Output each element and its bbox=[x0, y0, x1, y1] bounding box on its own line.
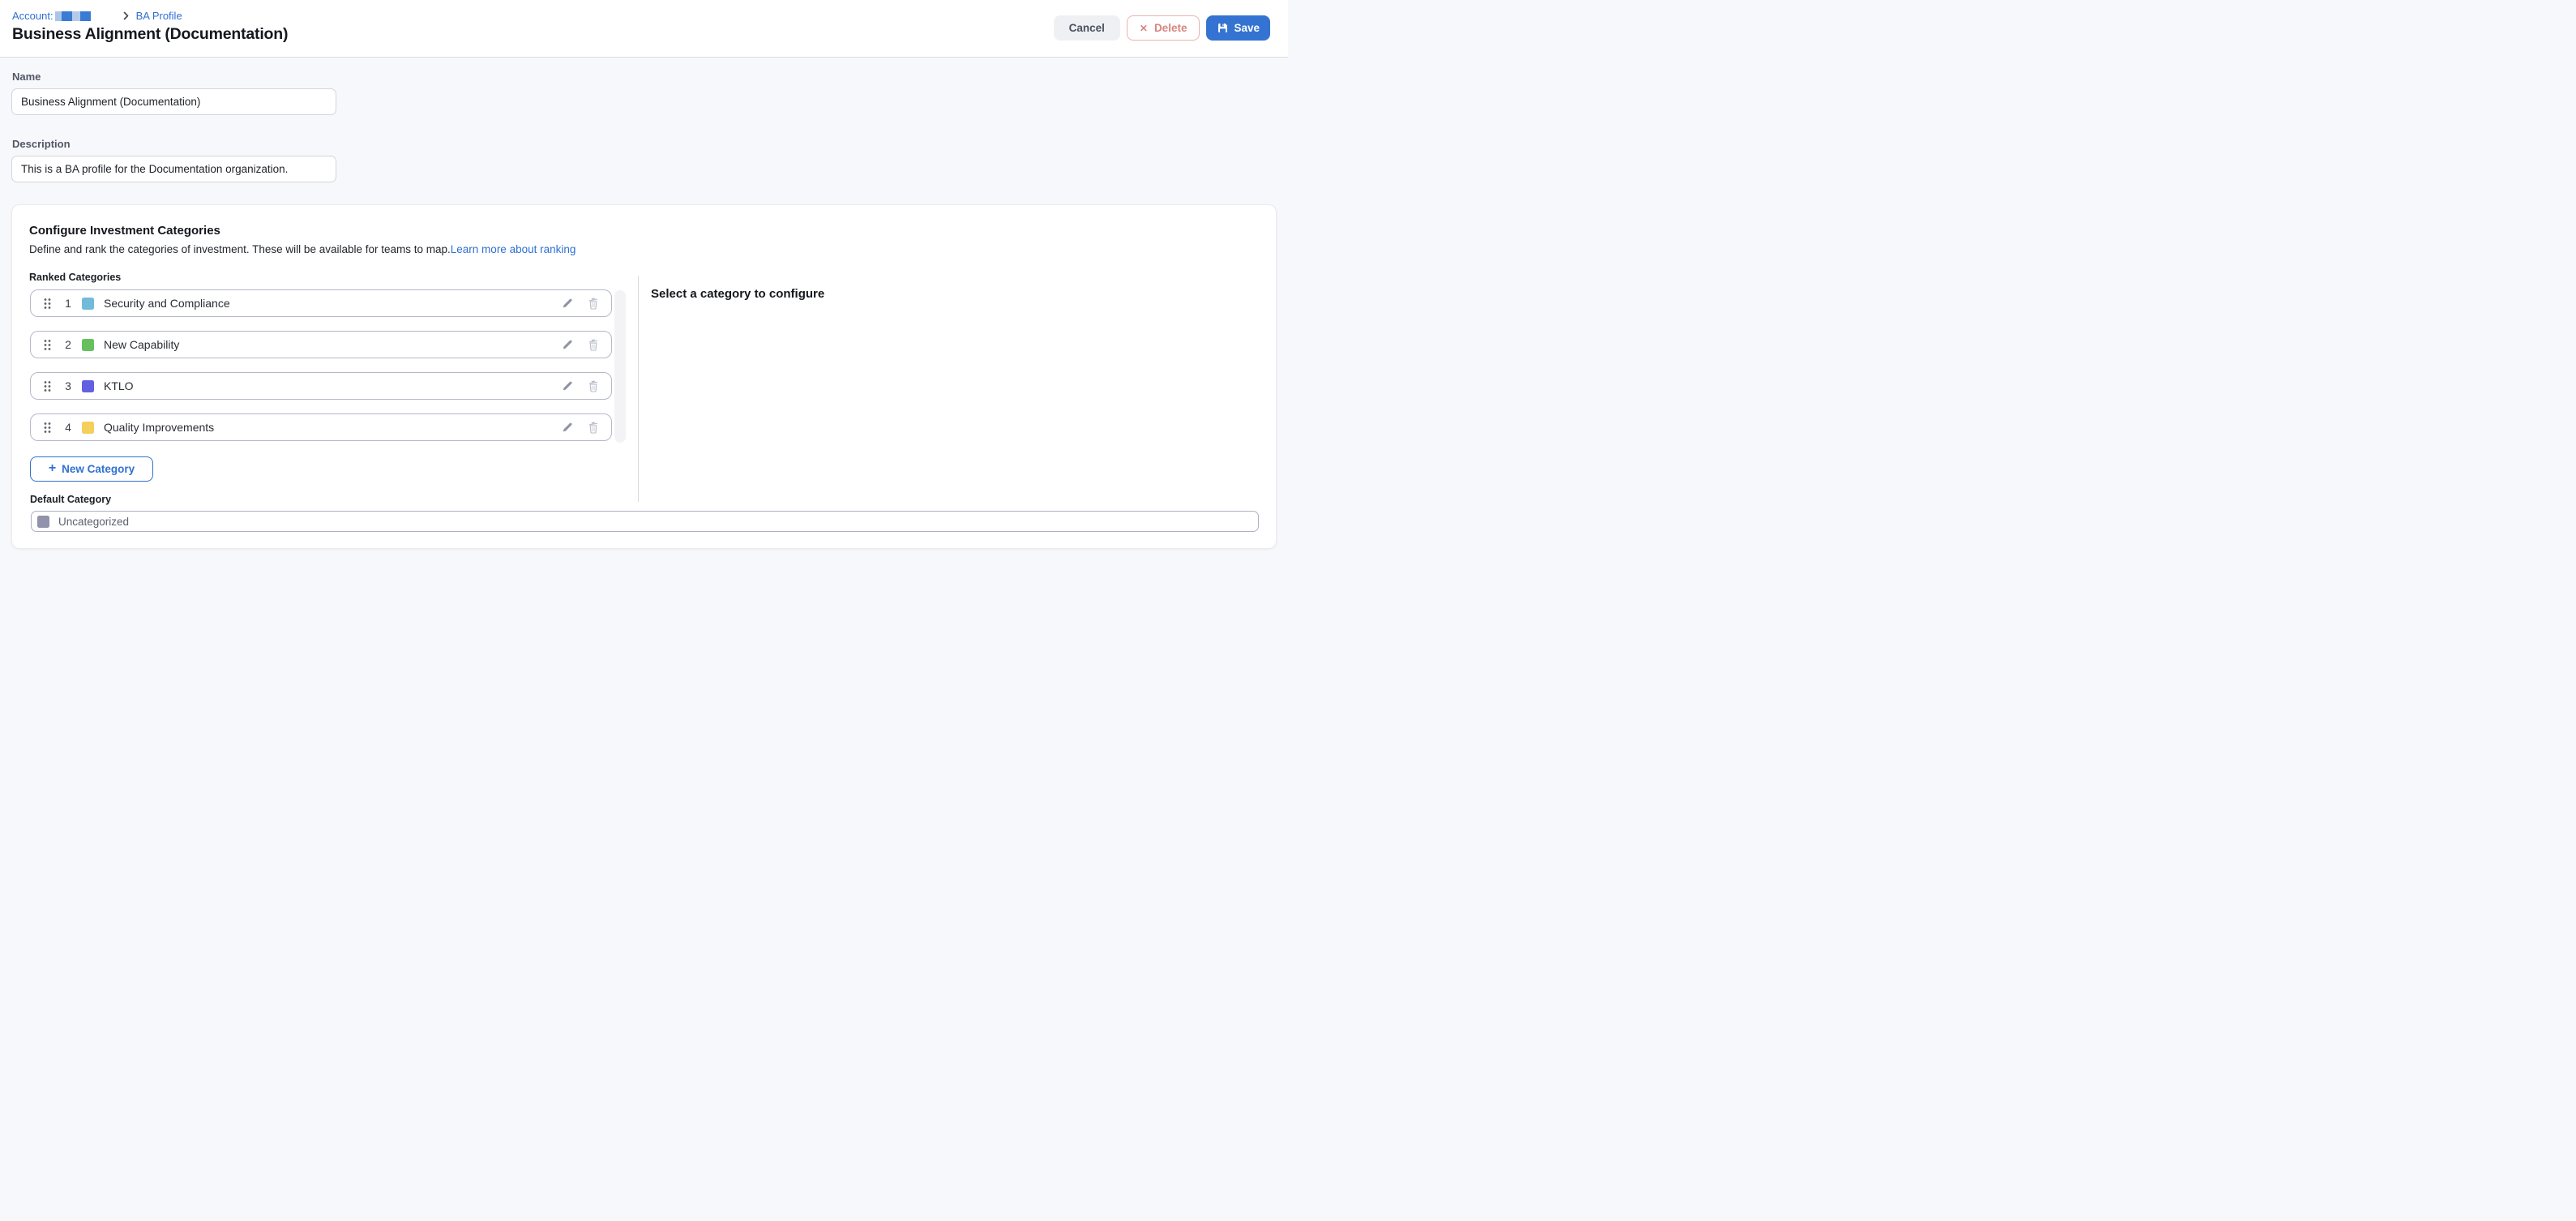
breadcrumb-account-link[interactable]: Account: bbox=[12, 10, 53, 22]
category-rank: 4 bbox=[63, 421, 73, 434]
save-button[interactable]: Save bbox=[1206, 15, 1270, 41]
category-row[interactable]: 3 KTLO bbox=[30, 372, 612, 400]
drag-handle-icon[interactable] bbox=[44, 298, 51, 310]
category-color-swatch bbox=[82, 339, 94, 351]
delete-trash-icon[interactable] bbox=[587, 297, 600, 311]
category-name: KTLO bbox=[104, 379, 134, 392]
save-floppy-icon bbox=[1217, 22, 1229, 34]
header-actions: Cancel ✕ Delete Save bbox=[1054, 15, 1270, 41]
save-button-label: Save bbox=[1234, 22, 1260, 34]
ranked-categories-label: Ranked Categories bbox=[29, 272, 121, 283]
cancel-button[interactable]: Cancel bbox=[1054, 15, 1120, 41]
ranked-categories-list: 1 Security and Compliance bbox=[30, 289, 612, 441]
redacted-account-name bbox=[55, 11, 91, 21]
description-input[interactable] bbox=[11, 156, 336, 182]
category-row[interactable]: 2 New Capability bbox=[30, 331, 612, 358]
delete-trash-icon[interactable] bbox=[587, 379, 600, 393]
card-subtitle: Define and rank the categories of invest… bbox=[29, 243, 576, 255]
chevron-right-icon bbox=[123, 11, 129, 20]
ba-profile-page: Account: BA Profile Business Alignment (… bbox=[0, 0, 1288, 610]
delete-button-label: Delete bbox=[1154, 22, 1187, 34]
breadcrumb: Account: BA Profile bbox=[12, 10, 182, 22]
category-row[interactable]: 1 Security and Compliance bbox=[30, 289, 612, 317]
card-title: Configure Investment Categories bbox=[29, 224, 220, 238]
category-color-swatch bbox=[82, 422, 94, 434]
delete-trash-icon[interactable] bbox=[587, 421, 600, 435]
edit-pencil-icon[interactable] bbox=[561, 421, 574, 434]
category-name: Quality Improvements bbox=[104, 421, 214, 434]
default-category-label: Default Category bbox=[30, 494, 111, 505]
name-label: Name bbox=[12, 71, 41, 83]
delete-button[interactable]: ✕ Delete bbox=[1127, 15, 1200, 41]
new-category-button-label: New Category bbox=[62, 463, 135, 475]
plus-icon: + bbox=[49, 462, 56, 475]
delete-trash-icon[interactable] bbox=[587, 338, 600, 352]
learn-more-link[interactable]: Learn more about ranking bbox=[451, 243, 576, 255]
category-name: New Capability bbox=[104, 338, 179, 351]
category-rank: 3 bbox=[63, 379, 73, 392]
edit-pencil-icon[interactable] bbox=[561, 338, 574, 351]
category-name: Security and Compliance bbox=[104, 297, 230, 310]
description-label: Description bbox=[12, 138, 71, 150]
configure-categories-card: Configure Investment Categories Define a… bbox=[11, 204, 1277, 549]
default-category-swatch bbox=[37, 516, 49, 528]
category-rank: 2 bbox=[63, 338, 73, 351]
breadcrumb-ba-profile-link[interactable]: BA Profile bbox=[136, 10, 182, 22]
category-rank: 1 bbox=[63, 297, 73, 310]
drag-handle-icon[interactable] bbox=[44, 422, 51, 434]
category-row[interactable]: 4 Quality Improvements bbox=[30, 413, 612, 441]
drag-handle-icon[interactable] bbox=[44, 339, 51, 351]
default-category-name: Uncategorized bbox=[58, 516, 129, 528]
vertical-divider bbox=[638, 276, 639, 502]
drag-handle-icon[interactable] bbox=[44, 380, 51, 392]
default-category-row[interactable]: Uncategorized bbox=[31, 511, 1259, 532]
page-title: Business Alignment (Documentation) bbox=[12, 25, 288, 44]
edit-pencil-icon[interactable] bbox=[561, 379, 574, 392]
empty-state-text: Select a category to configure bbox=[651, 287, 824, 301]
category-color-swatch bbox=[82, 380, 94, 392]
name-input[interactable] bbox=[11, 88, 336, 115]
close-icon: ✕ bbox=[1140, 24, 1148, 33]
page-header: Account: BA Profile Business Alignment (… bbox=[0, 0, 1288, 58]
new-category-button[interactable]: + New Category bbox=[30, 456, 153, 482]
category-color-swatch bbox=[82, 298, 94, 310]
list-scrollbar[interactable] bbox=[614, 290, 626, 443]
card-subtitle-text: Define and rank the categories of invest… bbox=[29, 243, 451, 255]
edit-pencil-icon[interactable] bbox=[561, 297, 574, 310]
